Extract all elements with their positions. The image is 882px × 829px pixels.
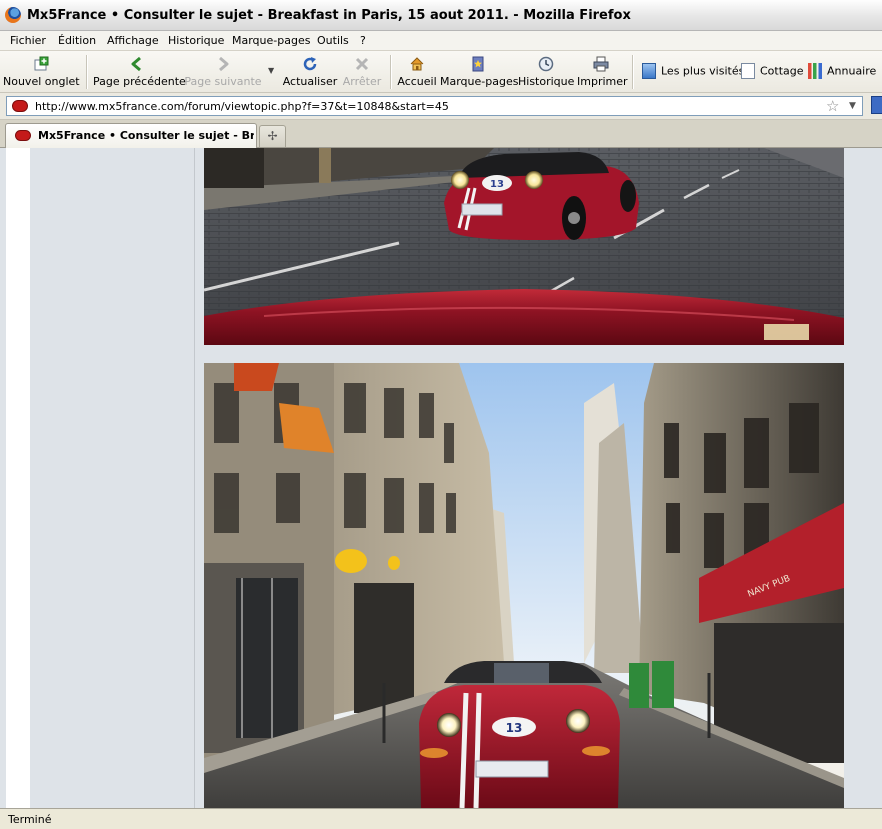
bars-icon [808, 63, 822, 79]
forward-button[interactable]: Page suivante [183, 54, 263, 90]
window-title: Mx5France • Consulter le sujet - Breakfa… [27, 8, 631, 23]
search-engine-icon[interactable] [871, 96, 882, 114]
post-photo-1[interactable]: 13 [204, 148, 844, 345]
toolbar-separator [390, 55, 391, 89]
back-button[interactable]: Page précédente [93, 54, 186, 90]
menu-help[interactable]: ? [360, 34, 366, 47]
history-button[interactable]: Historique [518, 54, 574, 90]
photo-paris-street: NAVY PUB 13 [204, 363, 844, 808]
new-tab-icon [34, 56, 49, 71]
site-favicon-icon [12, 100, 28, 112]
print-label: Imprimer [577, 75, 628, 88]
home-label: Accueil [397, 75, 437, 88]
menu-fichier[interactable]: Fichier [10, 34, 46, 47]
page-icon [741, 63, 755, 79]
post-author-column [30, 148, 195, 808]
toolbar-separator [632, 55, 633, 89]
reload-icon [303, 57, 317, 71]
car-number-badge: 13 [490, 179, 504, 190]
bookmark-cottage[interactable]: Cottage [741, 63, 804, 81]
window-titlebar: Mx5France • Consulter le sujet - Breakfa… [0, 0, 882, 31]
bookmarks-button[interactable]: Marque-pages [440, 54, 519, 90]
history-dropdown-button[interactable]: ▼ [266, 54, 278, 90]
page-content[interactable]: 13 NAVY PUB 13 [0, 148, 882, 808]
bookmarks-label: Marque-pages [440, 75, 519, 88]
back-label: Page précédente [93, 75, 186, 88]
home-button[interactable]: Accueil [396, 54, 438, 90]
tab-mx5france[interactable]: Mx5France • Consulter le sujet - Bre... [5, 123, 257, 148]
plus-icon: ✢ [267, 129, 278, 143]
bookmark-label: Annuaire [827, 64, 877, 78]
bookmark-label: Cottage [760, 64, 804, 78]
reload-label: Actualiser [282, 75, 338, 88]
tab-favicon-icon [15, 130, 31, 141]
dropdown-arrow-icon: ▼ [268, 66, 275, 75]
most-visited-icon [642, 63, 656, 79]
new-tab-button[interactable]: Nouvel onglet [3, 54, 80, 90]
forward-label: Page suivante [184, 75, 262, 88]
menu-marque-pages[interactable]: Marque-pages [232, 34, 310, 47]
bookmark-label: Les plus visités [661, 64, 745, 78]
reload-button[interactable]: Actualiser [282, 54, 338, 90]
url-input[interactable] [35, 99, 815, 113]
navigation-toolbar: Nouvel onglet Page précédente Page suiva… [0, 51, 882, 93]
url-dropdown-icon[interactable]: ▼ [849, 101, 856, 111]
new-tab-label: Nouvel onglet [3, 75, 80, 88]
tab-bar: Mx5France • Consulter le sujet - Bre... … [0, 120, 882, 148]
history-label: Historique [518, 75, 575, 88]
bookmarks-icon [472, 56, 484, 72]
menu-historique[interactable]: Historique [168, 34, 224, 47]
open-new-tab-button[interactable]: ✢ [259, 125, 286, 147]
status-text: Terminé [8, 813, 52, 826]
menu-affichage[interactable]: Affichage [107, 34, 159, 47]
printer-icon [593, 56, 609, 72]
la-poste-sign [335, 549, 367, 573]
address-toolbar: ☆ ▼ [0, 93, 882, 120]
bookmark-les-plus-visites[interactable]: Les plus visités [642, 63, 744, 81]
print-button[interactable]: Imprimer [577, 54, 628, 90]
page-margin [6, 148, 30, 808]
firefox-logo-icon [5, 7, 21, 23]
stop-icon [355, 57, 369, 71]
toolbar-separator [86, 55, 87, 89]
home-icon [410, 57, 424, 71]
tab-label: Mx5France • Consulter le sujet - Bre... [38, 129, 254, 142]
stop-label: Arrêter [342, 75, 382, 88]
forward-arrow-icon [219, 56, 229, 72]
bookmark-star-icon[interactable]: ☆ [826, 98, 839, 114]
address-bar[interactable]: ☆ ▼ [6, 96, 863, 116]
back-arrow-icon [131, 56, 141, 72]
menu-edition[interactable]: Édition [58, 34, 96, 47]
menu-outils[interactable]: Outils [317, 34, 349, 47]
clock-icon [538, 56, 554, 72]
menu-bar: Fichier Édition Affichage Historique Mar… [0, 31, 882, 51]
post-photo-2[interactable]: NAVY PUB 13 [204, 363, 844, 808]
stop-button[interactable]: Arrêter [340, 54, 384, 90]
bookmark-annuaire[interactable]: Annuaire [808, 63, 876, 81]
status-bar: Terminé [0, 808, 882, 829]
photo-car-on-cobblestones: 13 [204, 148, 844, 345]
car-number-badge: 13 [506, 721, 523, 735]
